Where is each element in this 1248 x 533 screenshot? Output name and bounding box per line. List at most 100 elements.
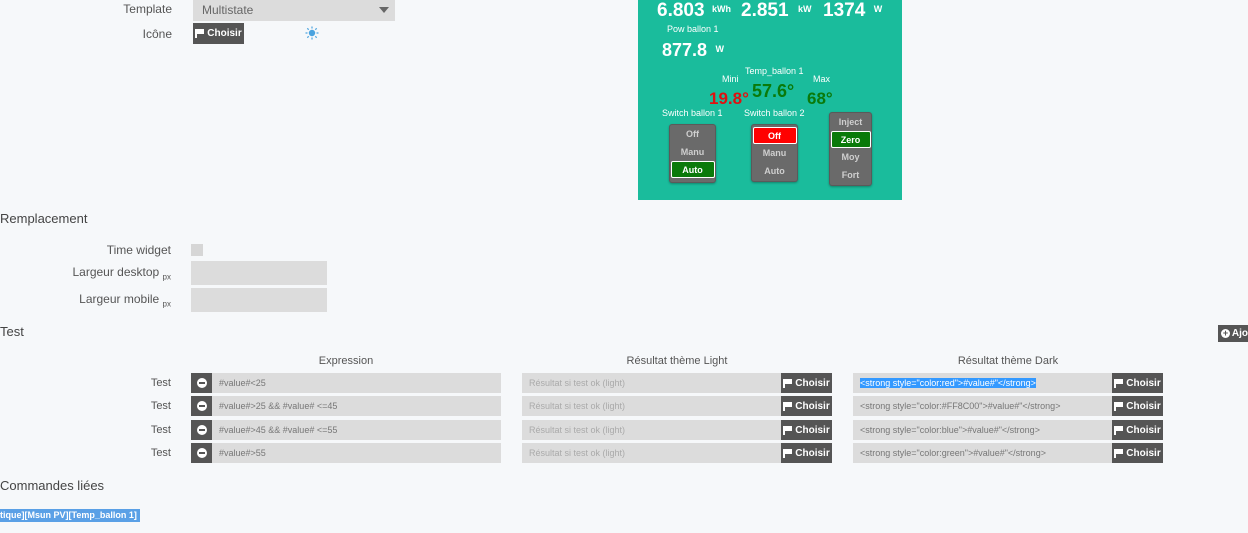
col-expression: Expression (318, 355, 374, 367)
light-result-input[interactable]: Résultat si test ok (light) (522, 443, 781, 463)
flag-icon (783, 425, 792, 435)
minus-circle-icon (196, 448, 207, 458)
test-row-label: Test (150, 377, 171, 389)
remove-test-button[interactable] (191, 443, 212, 463)
dark-choose-button[interactable]: Choisir (1112, 396, 1163, 416)
light-result-input[interactable]: Résultat si test ok (light) (522, 420, 781, 440)
choose-label: Choisir (1126, 377, 1161, 389)
pow-reading: 877.8 W (662, 40, 724, 61)
choose-label: Choisir (1126, 424, 1161, 436)
dark-result-input[interactable]: <strong style="color:red">#value#"</stro… (853, 373, 1112, 393)
light-choose-button[interactable]: Choisir (781, 396, 832, 416)
energy-reading: 6.803 kWh (657, 0, 731, 22)
mobile-width-text: Largeur mobile (79, 292, 160, 306)
choose-label: Choisir (795, 377, 830, 389)
switch1-label: Switch ballon 1 (662, 108, 723, 118)
switch2-auto[interactable]: Auto (752, 162, 797, 180)
sun-icon (305, 26, 319, 40)
minus-circle-icon (196, 378, 207, 388)
switch2-off[interactable]: Off (752, 127, 797, 144)
linked-command-tag[interactable]: tique][Msun PV][Temp_ballon 1] (0, 509, 140, 522)
mobile-width-unit: px (162, 299, 171, 309)
switch1-group: Off Manu Auto (669, 124, 716, 183)
max-label: Max (813, 74, 831, 84)
switch1-auto[interactable]: Auto (670, 161, 715, 178)
minus-circle-icon (196, 425, 207, 435)
light-choose-button[interactable]: Choisir (781, 443, 832, 463)
test-row-label: Test (150, 400, 171, 412)
choose-label: Choisir (795, 447, 830, 459)
power-reading: 2.851 kW (741, 0, 812, 22)
switch2-group: Off Manu Auto (751, 124, 798, 182)
icon-choose-label: Choisir (207, 28, 242, 39)
expression-input[interactable]: #value#>25 && #value# <=45 (212, 396, 501, 416)
flag-icon (195, 29, 204, 38)
dark-choose-button[interactable]: Choisir (1112, 373, 1163, 393)
pow-label: Pow ballon 1 (667, 24, 719, 34)
plus-circle-icon: + (1221, 328, 1230, 338)
choose-label: Choisir (1126, 400, 1161, 412)
desktop-width-unit: px (162, 272, 171, 282)
dark-result-input[interactable]: <strong style="color:green">#value#"</st… (853, 443, 1112, 463)
watt-unit: W (873, 4, 883, 14)
switch2-manu[interactable]: Manu (752, 144, 797, 162)
light-result-input[interactable]: Résultat si test ok (light) (522, 396, 781, 416)
dark-result-input[interactable]: <strong style="color:blue">#value#"</str… (853, 420, 1112, 440)
replacement-title: Remplacement (0, 211, 88, 226)
dark-result-selected-text: <strong style="color:red">#value#"</stro… (860, 378, 1036, 388)
dark-result-input[interactable]: <strong style="color:#FF8C00">#value#"</… (853, 396, 1112, 416)
template-select-value: Multistate (202, 3, 254, 17)
expression-input[interactable]: #value#>45 && #value# <=55 (212, 420, 501, 440)
flag-icon (1114, 378, 1123, 388)
switch3-moy[interactable]: Moy (830, 148, 871, 166)
mobile-width-label: Largeur mobile px (40, 292, 171, 308)
switch3-zero[interactable]: Zero (830, 131, 871, 148)
flag-icon (783, 378, 792, 388)
widget-preview: 6.803 kWh 2.851 kW 1374 W Pow ballon 1 8… (638, 0, 902, 200)
dark-choose-button[interactable]: Choisir (1112, 420, 1163, 440)
choose-label: Choisir (795, 424, 830, 436)
add-test-label: Ajo (1231, 328, 1248, 339)
flag-icon (1114, 448, 1123, 458)
minus-circle-icon (196, 401, 207, 411)
switch3-inject[interactable]: Inject (830, 113, 871, 131)
switch3-fort[interactable]: Fort (830, 166, 871, 184)
icon-choose-button[interactable]: Choisir (193, 23, 244, 44)
light-choose-button[interactable]: Choisir (781, 420, 832, 440)
time-widget-checkbox[interactable] (191, 244, 203, 256)
pow-unit: W (715, 44, 725, 54)
choose-label: Choisir (1126, 447, 1161, 459)
power-value: 2.851 (741, 0, 789, 21)
temp-value: 57.6° (752, 81, 795, 101)
time-widget-label: Time widget (106, 243, 171, 257)
mini-label: Mini (722, 74, 739, 84)
remove-test-button[interactable] (191, 420, 212, 440)
switch1-manu[interactable]: Manu (670, 143, 715, 161)
add-test-button[interactable]: + Ajo (1218, 325, 1248, 342)
light-choose-button[interactable]: Choisir (781, 373, 832, 393)
flag-icon (1114, 401, 1123, 411)
desktop-width-input[interactable] (191, 261, 327, 285)
expression-input[interactable]: #value#>55 (212, 443, 501, 463)
test-title: Test (0, 324, 24, 339)
flag-icon (783, 401, 792, 411)
max-value: 68° (807, 89, 833, 108)
energy-value: 6.803 (657, 0, 705, 21)
col-light: Résultat thème Light (626, 355, 728, 367)
light-result-input[interactable]: Résultat si test ok (light) (522, 373, 781, 393)
switch1-off[interactable]: Off (670, 125, 715, 143)
energy-unit: kWh (712, 4, 731, 14)
caret-down-icon (379, 7, 389, 13)
dark-choose-button[interactable]: Choisir (1112, 443, 1163, 463)
switch3-group: Inject Zero Moy Fort (829, 112, 872, 186)
template-select[interactable]: Multistate (193, 0, 395, 21)
remove-test-button[interactable] (191, 396, 212, 416)
power-unit: kW (798, 4, 812, 14)
expression-input[interactable]: #value#<25 (212, 373, 501, 393)
flag-icon (783, 448, 792, 458)
flag-icon (1114, 425, 1123, 435)
temp-label: Temp_ballon 1 (745, 66, 804, 76)
mobile-width-input[interactable] (191, 288, 327, 312)
remove-test-button[interactable] (191, 373, 212, 393)
template-label: Template (123, 2, 172, 16)
